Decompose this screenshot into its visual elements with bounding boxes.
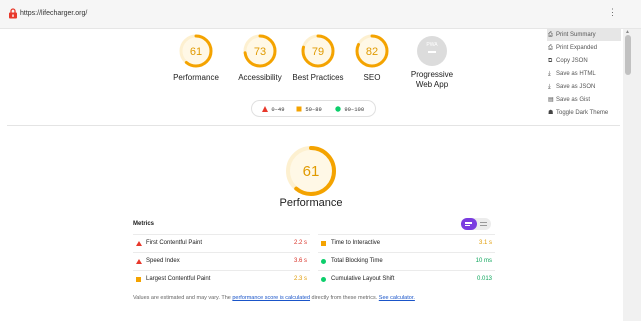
metric-value: 0.013 — [476, 276, 492, 282]
metric-row: First Contentful Paint 2.2 s — [133, 234, 310, 252]
gauge-label: Progressive Web App — [396, 70, 468, 90]
url-text[interactable]: https://lifecharger.org/ — [20, 10, 87, 17]
metric-name: Time to Interactive — [331, 240, 381, 246]
scrollbar[interactable]: ▲ — [623, 29, 641, 321]
tools-menu: ⎙ Print Summary ⎙ Print Expanded ⧉ Copy JSO… — [544, 29, 621, 121]
performance-score-link[interactable]: performance score is calculated — [232, 295, 310, 301]
menu-item-print-expanded[interactable]: ⎙ Print Expanded — [547, 42, 621, 54]
pwa-label-line2: Web App — [415, 80, 449, 89]
metric-value: 2.2 s — [293, 240, 307, 246]
toggle-expanded-view[interactable] — [480, 222, 487, 224]
metric-name: Total Blocking Time — [331, 258, 383, 264]
performance-big-gauge: 61 — [286, 146, 336, 196]
legend-range: 50–89 — [305, 106, 322, 113]
gauge-performance[interactable]: 61 Performance — [160, 33, 232, 83]
menu-item-label: Save as HTML — [556, 71, 596, 77]
lock-icon — [9, 8, 17, 19]
metric-value: 3.1 s — [478, 240, 492, 246]
metric-row: Total Blocking Time 10 ms — [318, 252, 495, 270]
legend-range: 90–100 — [344, 106, 365, 113]
average-square-icon — [296, 106, 302, 112]
download-icon: ⤓ — [548, 84, 551, 90]
fail-triangle-icon — [136, 241, 142, 246]
gauge-ring: 82 — [355, 34, 389, 68]
metric-name: Speed Index — [146, 258, 180, 264]
more-menu-icon[interactable]: ⋮ — [608, 8, 617, 17]
big-score: 61 — [303, 163, 320, 180]
pwa-badge-text: PWA — [426, 42, 438, 48]
menu-item-copy-json[interactable]: ⧉ Copy JSON — [547, 55, 621, 67]
average-square-icon — [321, 241, 326, 246]
metric-row: Largest Contentful Paint 2.3 s — [133, 270, 310, 288]
print-icon: ⎙ — [548, 32, 553, 38]
gauge-score: 82 — [366, 46, 378, 58]
menu-item-save-html[interactable]: ⤓ Save as HTML — [547, 68, 621, 80]
print-icon: ⎙ — [548, 45, 553, 51]
scroll-thumb[interactable] — [625, 35, 631, 75]
legend-item-average: 50–89 — [296, 106, 322, 113]
fail-triangle-icon — [136, 259, 142, 264]
menu-item-label: Print Expanded — [556, 45, 598, 51]
gauge-pwa[interactable]: PWA Progressive Web App — [396, 33, 468, 90]
gauge-score: 79 — [312, 46, 324, 58]
metric-value: 3.6 s — [293, 258, 307, 264]
fail-triangle-icon — [262, 106, 268, 112]
menu-item-save-json[interactable]: ⤓ Save as JSON — [547, 81, 621, 93]
metric-name: Largest Contentful Paint — [146, 276, 211, 282]
gauge-label: Performance — [173, 73, 219, 82]
section-divider — [7, 125, 620, 126]
gauge-ring: 79 — [301, 34, 335, 68]
menu-item-label: Print Summary — [556, 32, 596, 38]
metric-row: Speed Index 3.6 s — [133, 252, 310, 270]
pass-circle-icon — [321, 259, 326, 264]
calculator-link[interactable]: See calculator. — [379, 295, 415, 301]
gauge-ring: 61 — [179, 34, 213, 68]
metric-name: First Contentful Paint — [146, 240, 203, 246]
download-icon: ⤓ — [548, 71, 551, 77]
legend-item-pass: 90–100 — [335, 106, 364, 113]
menu-item-save-gist[interactable]: ▤ Save as Gist — [547, 94, 621, 106]
metric-value: 10 ms — [475, 258, 492, 264]
footnote-text: Values are estimated and may vary. The — [133, 295, 233, 301]
metrics-view-toggle[interactable] — [461, 218, 491, 230]
legend-item-fail: 0–49 — [262, 106, 285, 113]
menu-item-label: Save as Gist — [556, 97, 591, 103]
menu-item-label: Save as JSON — [556, 84, 596, 90]
average-square-icon — [136, 277, 141, 282]
metric-value: 2.3 s — [293, 276, 307, 282]
score-legend: 0–49 50–89 90–100 — [251, 100, 376, 117]
metrics-footnote: Values are estimated and may vary. The p… — [133, 295, 415, 301]
menu-item-label: Toggle Dark Theme — [556, 110, 609, 116]
menu-item-label: Copy JSON — [556, 58, 588, 64]
legend-range: 0–49 — [271, 106, 285, 113]
pass-circle-icon — [321, 277, 326, 282]
pwa-badge: PWA — [417, 36, 447, 66]
browser-bar: https://lifecharger.org/ ⋮ — [0, 0, 641, 29]
pwa-label-line1: Progressive — [410, 70, 454, 79]
pwa-dash-icon — [428, 51, 436, 53]
metrics-heading: Metrics — [133, 221, 155, 227]
gist-icon: ▤ — [548, 97, 554, 103]
pass-circle-icon — [335, 106, 341, 112]
category-gauges: 61 Performance 73 Accessibility 79 Best … — [160, 33, 480, 93]
footnote-text: directly from these metrics. — [310, 295, 379, 301]
gauge-score: 61 — [190, 46, 202, 58]
gauge-ring: 73 — [243, 34, 277, 68]
menu-item-print-summary[interactable]: ⎙ Print Summary — [547, 29, 621, 41]
dark-theme-icon: ☗ — [548, 110, 554, 116]
metric-name: Cumulative Layout Shift — [331, 276, 395, 282]
metric-row: Time to Interactive 3.1 s — [318, 234, 495, 252]
metric-row: Cumulative Layout Shift 0.013 — [318, 270, 495, 288]
performance-title: Performance — [279, 197, 343, 209]
copy-icon: ⧉ — [548, 58, 553, 64]
menu-item-toggle-dark-theme[interactable]: ☗ Toggle Dark Theme — [547, 107, 621, 119]
gauge-score: 73 — [254, 46, 266, 58]
